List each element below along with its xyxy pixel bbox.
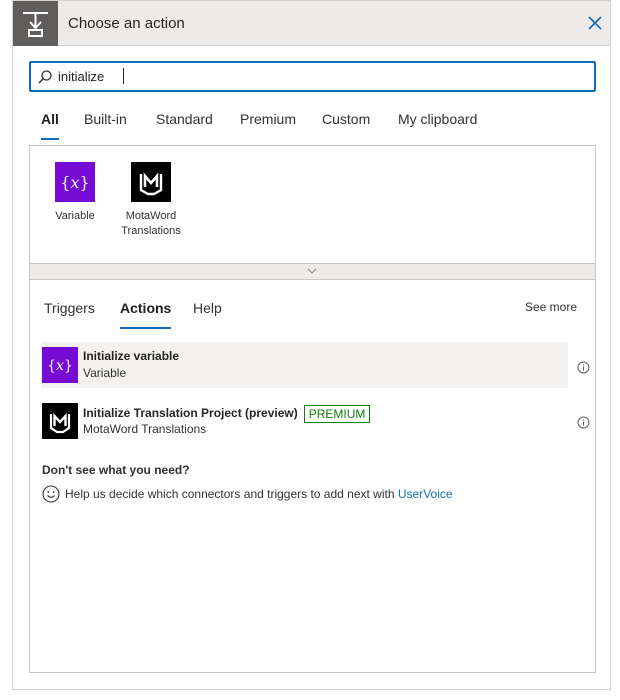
info-icon[interactable] [577,416,590,429]
variable-icon: {x} [55,162,95,202]
action-initialize-variable[interactable]: {x} Initialize variable Variable [41,342,568,388]
tab-triggers[interactable]: Triggers [44,300,95,316]
tab-custom[interactable]: Custom [322,111,370,127]
connector-motaword-translations[interactable]: MotaWord Translations [116,162,186,239]
chevron-down-icon [307,268,317,274]
insert-step-icon [13,1,58,46]
premium-badge: PREMIUM [303,405,371,423]
variable-icon: {x} [42,347,78,383]
tab-help[interactable]: Help [193,300,222,316]
collapse-toggle[interactable] [29,263,596,280]
panel-header: Choose an action [13,1,610,46]
action-title-text: Initialize Translation Project (preview) [83,406,298,420]
see-more-link[interactable]: See more [525,300,577,314]
help-title: Don't see what you need? [42,463,190,477]
help-line: Help us decide which connectors and trig… [42,485,453,503]
search-box[interactable] [29,61,596,92]
motaword-icon [42,403,78,439]
connector-list: {x} Variable MotaWord Translations [29,145,596,263]
connector-label: Variable [55,210,95,222]
tab-actions[interactable]: Actions [120,300,172,329]
svg-text:{x}: {x} [60,173,89,192]
tab-my-clipboard[interactable]: My clipboard [398,111,477,127]
panel-title: Choose an action [68,15,185,32]
tab-built-in[interactable]: Built-in [84,111,127,127]
choose-action-panel: Choose an action All Built-in Standard P… [12,0,611,690]
connector-variable[interactable]: {x} Variable [40,162,110,224]
svg-text:{x}: {x} [47,358,73,374]
search-icon [37,69,53,85]
tab-all[interactable]: All [41,111,59,140]
connector-label-line2: Translations [121,225,181,237]
search-input[interactable] [58,66,578,86]
close-icon[interactable] [586,14,604,32]
uservoice-link[interactable]: UserVoice [398,487,453,501]
tab-premium[interactable]: Premium [240,111,296,127]
action-connector: Variable [83,366,127,380]
action-connector: MotaWord Translations [83,422,207,436]
connector-label-line1: MotaWord [125,210,177,222]
action-title: Initialize variable [83,349,180,363]
tab-standard[interactable]: Standard [156,111,213,127]
action-initialize-translation-project[interactable]: Initialize Translation Project (preview)… [41,398,568,444]
connector-label: MotaWord Translations [116,209,186,239]
help-text: Help us decide which connectors and trig… [65,487,395,501]
text-cursor [123,68,124,84]
info-icon[interactable] [577,361,590,374]
motaword-icon [131,162,171,202]
results-pane: Triggers Actions Help See more {x} Initi… [29,280,596,673]
action-title: Initialize Translation Project (preview)… [83,405,371,423]
smiley-icon [42,485,60,503]
